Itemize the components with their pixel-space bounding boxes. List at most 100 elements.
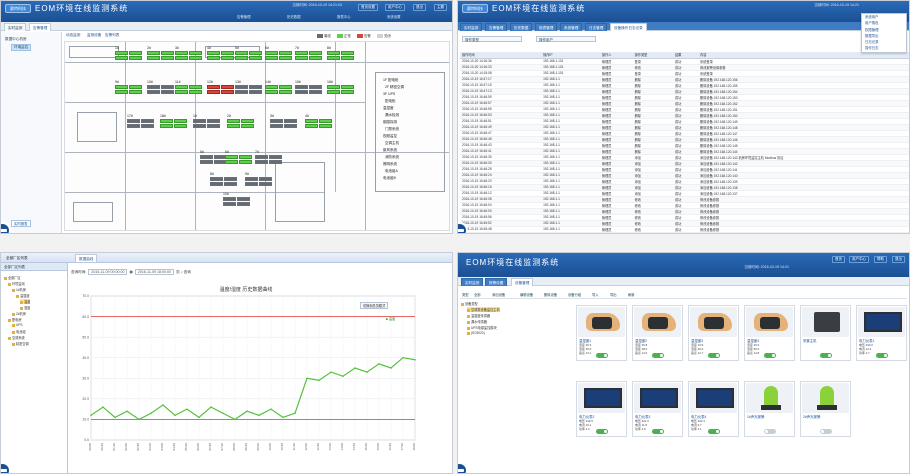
device-indicator[interactable] (175, 85, 188, 89)
tab-report[interactable]: 报表管理 (535, 23, 558, 31)
device-indicator[interactable] (295, 56, 308, 60)
tab-curve[interactable]: 数据曲线 (75, 254, 98, 262)
tree-node[interactable]: (SC5020) (467, 331, 485, 335)
toolbar-item[interactable]: 设备分组 (568, 292, 581, 297)
tab-alarm[interactable]: 告警管理 (485, 23, 508, 31)
device-indicator[interactable] (193, 124, 206, 128)
device-indicator[interactable] (207, 85, 220, 89)
user-center-button[interactable]: 用户中心 (385, 4, 405, 11)
logout-button[interactable]: 退出 (892, 256, 905, 263)
device-indicator[interactable] (327, 85, 340, 89)
tree-node[interactable]: 电池组 (12, 329, 26, 334)
device-indicator[interactable] (207, 51, 220, 55)
device-toggle[interactable] (596, 353, 608, 358)
device-indicator[interactable] (237, 197, 250, 201)
device-indicator[interactable] (235, 85, 248, 89)
search-icon[interactable]: ⌕ (181, 270, 183, 274)
date-to-input[interactable]: 2016-11-09 18:00:00 (134, 269, 174, 275)
device-card[interactable]: 2#声光报警 (800, 381, 851, 437)
device-indicator[interactable] (295, 85, 308, 89)
device-indicator[interactable] (239, 155, 252, 159)
device-indicator[interactable] (249, 85, 262, 89)
device-indicator[interactable] (270, 124, 283, 128)
tree-node[interactable]: 环境监测 (8, 281, 25, 286)
device-indicator[interactable] (235, 90, 248, 94)
device-indicator[interactable] (249, 90, 262, 94)
device-indicator[interactable] (270, 119, 283, 123)
device-indicator[interactable] (189, 90, 202, 94)
device-indicator[interactable] (341, 90, 354, 94)
calendar-icon[interactable]: ▦ (129, 270, 132, 274)
tab-alarm[interactable]: 告警管理 (29, 23, 52, 31)
device-toggle[interactable] (876, 353, 888, 358)
subtab-alarm-list[interactable]: 告警列表 (105, 33, 119, 38)
theme-button[interactable]: 主题 (434, 4, 447, 11)
device-indicator[interactable] (200, 155, 213, 159)
tab-realtime[interactable]: 实时监测 (460, 23, 483, 31)
tree-node[interactable]: 2#机房 (12, 311, 26, 316)
tab-realtime[interactable]: 实时监测 (4, 23, 27, 31)
device-indicator[interactable] (227, 119, 240, 123)
device-indicator[interactable] (175, 90, 188, 94)
device-indicator[interactable] (327, 51, 340, 55)
device-toggle[interactable] (820, 353, 832, 358)
device-indicator[interactable] (269, 155, 282, 159)
tree-node[interactable]: UPS (12, 323, 23, 327)
device-indicator[interactable] (147, 56, 160, 60)
device-indicator[interactable] (147, 90, 160, 94)
menu-settings[interactable]: 系统设置 (387, 14, 401, 19)
device-indicator[interactable] (284, 124, 297, 128)
tab-system[interactable]: 系统管理 (560, 23, 583, 31)
device-indicator[interactable] (269, 160, 282, 164)
device-indicator[interactable] (265, 51, 278, 55)
toolbar-item[interactable]: 删除设备 (544, 292, 557, 297)
overview-mode-button[interactable]: 切换到总览模式 (360, 302, 389, 309)
toolbar-item[interactable]: 类型 (462, 292, 469, 297)
device-indicator[interactable] (279, 51, 292, 55)
filter-op-type[interactable]: 操作类型 (462, 36, 522, 42)
device-indicator[interactable] (221, 90, 234, 94)
device-indicator[interactable] (237, 202, 250, 206)
device-toggle[interactable] (652, 353, 664, 358)
tab-alarm-setting[interactable]: 报警设置 (485, 278, 508, 286)
device-indicator[interactable] (221, 51, 234, 55)
device-indicator[interactable] (175, 56, 188, 60)
device-card[interactable]: 电力仪表4 电压 220.4 电流 9.7 功率 2.1 (688, 381, 739, 437)
tree-node[interactable]: 精密空调 (12, 341, 29, 346)
device-indicator[interactable] (279, 56, 292, 60)
subtab-dynamic[interactable]: 动态监测 (66, 33, 80, 38)
tree-node[interactable]: 全部厂区 (4, 275, 21, 280)
device-indicator[interactable] (129, 56, 142, 60)
realtime-report-button[interactable]: 实时报表 (11, 220, 31, 227)
device-indicator[interactable] (174, 119, 187, 123)
device-indicator[interactable] (265, 56, 278, 60)
device-card[interactable]: 采集主机 (800, 305, 851, 361)
device-toggle[interactable] (764, 429, 776, 434)
device-indicator[interactable] (193, 119, 206, 123)
toggle-icon[interactable] (458, 462, 468, 473)
device-indicator[interactable] (115, 85, 128, 89)
home-setting-button[interactable]: 首页设置 (358, 4, 378, 11)
device-indicator[interactable] (224, 182, 237, 186)
user-center-button[interactable]: 用户中心 (849, 256, 869, 263)
device-indicator[interactable] (305, 124, 318, 128)
device-toggle[interactable] (708, 353, 720, 358)
tree-node[interactable]: 1#机房 (12, 287, 26, 292)
device-indicator[interactable] (207, 119, 220, 123)
device-indicator[interactable] (189, 56, 202, 60)
device-indicator[interactable] (309, 85, 322, 89)
device-indicator[interactable] (160, 124, 173, 128)
tree-node[interactable]: 配电房 (8, 317, 22, 322)
device-indicator[interactable] (115, 56, 128, 60)
device-indicator[interactable] (161, 56, 174, 60)
device-indicator[interactable] (245, 177, 258, 181)
toolbar-item[interactable]: 添加设备 (492, 292, 505, 297)
menu-report[interactable]: 报表中心 (337, 14, 351, 19)
device-indicator[interactable] (341, 51, 354, 55)
device-indicator[interactable] (207, 90, 220, 94)
logout-button[interactable]: 退出 (413, 4, 426, 11)
device-indicator[interactable] (223, 202, 236, 206)
device-indicator[interactable] (279, 85, 292, 89)
tab-history[interactable]: 历史数据 (510, 23, 533, 31)
device-indicator[interactable] (147, 85, 160, 89)
